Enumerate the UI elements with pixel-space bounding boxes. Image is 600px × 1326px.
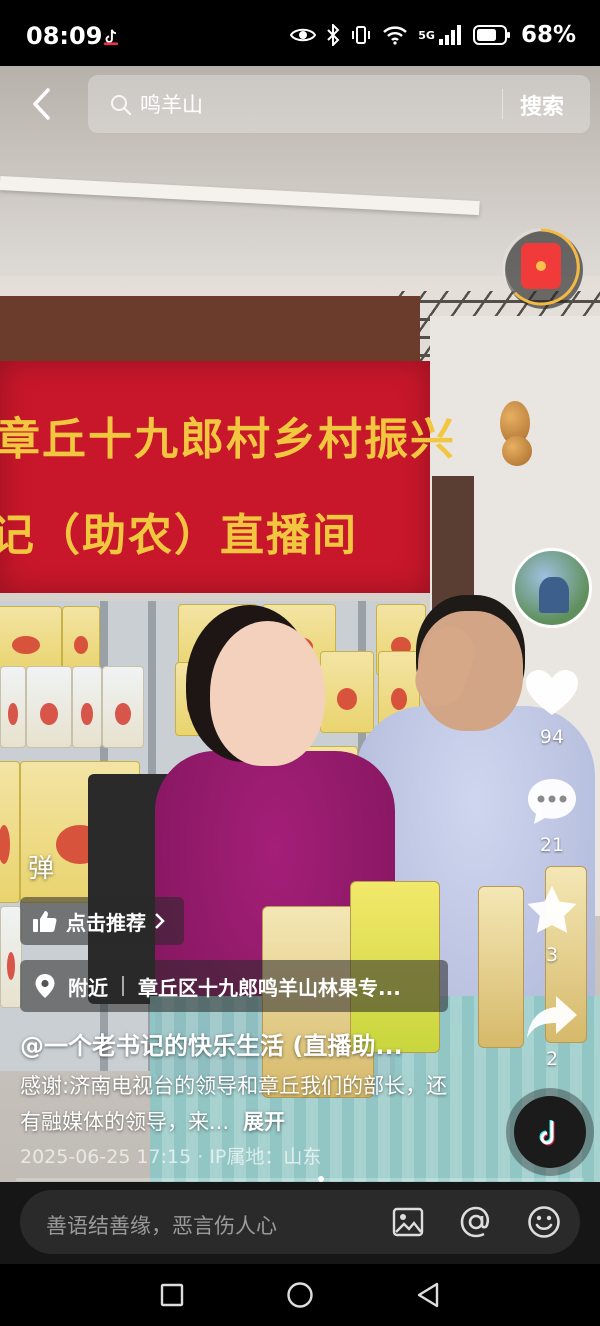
star-icon xyxy=(527,886,577,933)
back-nav-button[interactable] xyxy=(413,1280,443,1310)
navigation-bar xyxy=(0,1264,600,1326)
home-button[interactable] xyxy=(285,1280,315,1310)
product-package xyxy=(26,666,72,748)
share-button[interactable]: 2 xyxy=(520,994,584,1070)
emoji-icon xyxy=(528,1206,560,1238)
post-meta: 2025-06-25 17:15 · IP属地：山东 xyxy=(20,1146,322,1168)
comment-input[interactable]: 善语结善缘，恶言伤人心 xyxy=(20,1190,580,1254)
favorite-count: 3 xyxy=(545,944,559,966)
author-avatar[interactable] xyxy=(512,548,592,628)
thumbs-up-icon xyxy=(33,911,57,932)
circle-icon xyxy=(287,1282,313,1308)
like-count: 94 xyxy=(539,726,565,748)
comment-button[interactable]: 21 xyxy=(520,776,584,856)
favorite-button[interactable]: 3 xyxy=(520,884,584,966)
mention-button[interactable] xyxy=(458,1204,494,1240)
author-name[interactable]: @一个老书记的快乐生活 (直播助... xyxy=(20,1026,403,1061)
search-query: 鸣羊山 xyxy=(140,93,203,117)
video-description: 感谢:济南电视台的领导和章丘我们的部长，还有融媒体的领导，来... 展开 xyxy=(20,1068,460,1140)
banner-line-2: 记（助农）直播间 xyxy=(0,510,358,561)
product-package xyxy=(72,666,102,748)
like-button[interactable]: 94 xyxy=(520,668,584,748)
expand-button[interactable]: 展开 xyxy=(243,1110,285,1134)
image-icon xyxy=(392,1207,424,1237)
product-package xyxy=(62,606,100,673)
product-bag xyxy=(478,886,524,1048)
status-bar: 08:09 5G 68% xyxy=(0,0,600,66)
share-count: 2 xyxy=(545,1048,559,1070)
red-envelope-icon xyxy=(521,243,561,289)
location-tag[interactable]: 附近 章丘区十九郎鸣羊山林果专... xyxy=(20,960,448,1012)
product-package xyxy=(0,606,62,673)
product-package xyxy=(0,666,26,748)
signal-icon xyxy=(438,25,461,45)
scene-gourd xyxy=(502,436,532,466)
status-icons: 5G 68% xyxy=(290,22,576,48)
vibrate-icon xyxy=(352,26,371,44)
product-package xyxy=(320,651,374,733)
battery-percent: 68% xyxy=(520,22,576,48)
product-package xyxy=(175,662,213,736)
chat-bubble-icon xyxy=(528,779,576,824)
banner-line-1: 章丘十九郎村乡村振兴 xyxy=(0,414,456,465)
emoji-button[interactable] xyxy=(526,1204,562,1240)
status-time: 08:09 xyxy=(26,22,103,50)
video-banner: 章丘十九郎村乡村振兴 记（助农）直播间 xyxy=(0,361,454,593)
product-package xyxy=(0,906,22,1008)
at-icon xyxy=(460,1206,490,1238)
recommend-label: 点击推荐 xyxy=(66,910,146,935)
image-button[interactable] xyxy=(390,1204,426,1240)
recent-apps-button[interactable] xyxy=(157,1280,187,1310)
back-button[interactable] xyxy=(24,86,60,122)
heart-icon xyxy=(526,670,578,715)
phone-screen: 章丘十九郎村乡村振兴 记（助农）直播间 08:09 5G 68% 鸣羊山 搜索 … xyxy=(0,0,600,1326)
tiktok-notification-icon xyxy=(103,29,119,46)
comment-count: 21 xyxy=(539,834,565,856)
search-button[interactable]: 搜索 xyxy=(520,89,564,121)
bluetooth-icon xyxy=(327,24,340,46)
battery-icon xyxy=(472,25,510,45)
location-place: 章丘区十九郎鸣羊山林果专... xyxy=(138,975,401,1000)
product-package xyxy=(0,761,20,903)
triangle-back-icon xyxy=(417,1282,439,1308)
scene-person-woman-head xyxy=(210,621,325,766)
location-divider xyxy=(122,976,124,996)
search-input[interactable]: 鸣羊山 搜索 xyxy=(88,75,590,133)
video-progress-bar[interactable] xyxy=(16,1178,584,1181)
eye-icon xyxy=(290,28,317,42)
recommend-button[interactable]: 点击推荐 xyxy=(20,897,184,945)
location-pin-icon xyxy=(35,974,55,998)
wifi-icon xyxy=(383,26,408,45)
description-text: 感谢:济南电视台的领导和章丘我们的部长，还有融媒体的领导，来... xyxy=(20,1074,448,1134)
danmu-toggle-button[interactable]: 弹 xyxy=(28,848,54,885)
search-divider xyxy=(502,89,503,119)
search-icon xyxy=(111,95,132,116)
chevron-left-icon xyxy=(33,88,50,120)
comment-placeholder: 善语结善缘，恶言伤人心 xyxy=(46,1214,277,1238)
location-near-label: 附近 xyxy=(68,975,108,1000)
scene-wood-band xyxy=(0,296,420,366)
square-icon xyxy=(160,1283,184,1307)
music-disc-button[interactable] xyxy=(514,1096,586,1168)
chevron-right-icon xyxy=(155,913,165,929)
share-arrow-icon xyxy=(527,996,577,1038)
network-type: 5G xyxy=(418,28,435,42)
music-note-icon xyxy=(539,1120,555,1146)
product-package xyxy=(102,666,144,748)
